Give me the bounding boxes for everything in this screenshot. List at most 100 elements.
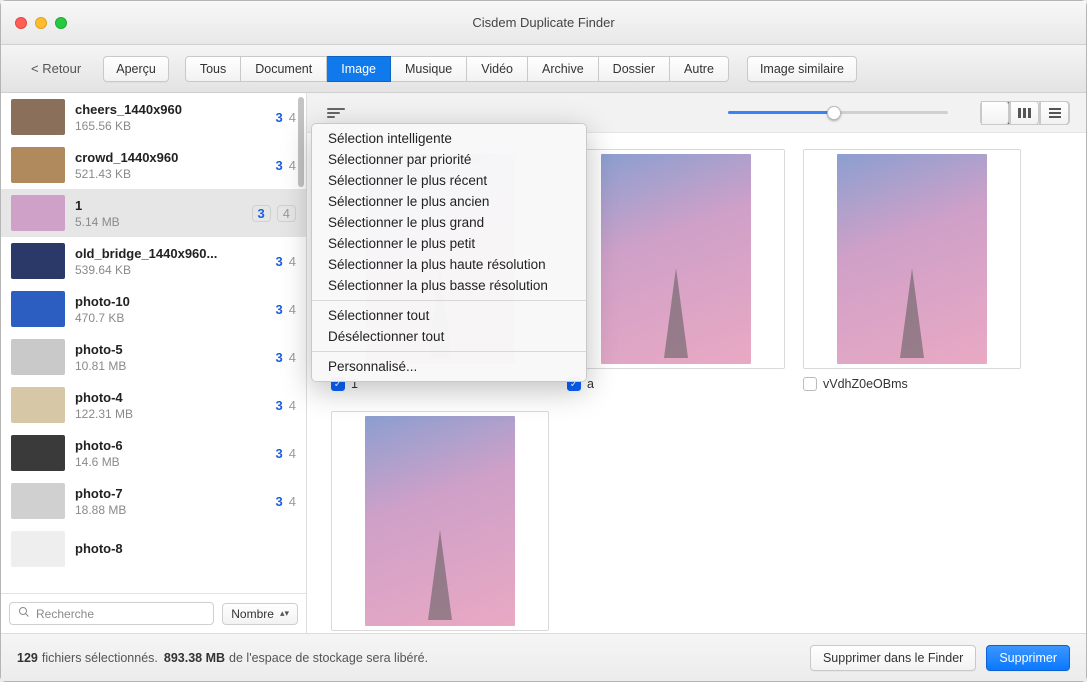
menu-item[interactable]: Sélectionner le plus petit	[312, 233, 586, 254]
count-badge: 34	[276, 254, 296, 269]
row-text: photo-614.6 MB	[75, 438, 266, 469]
file-size: 18.88 MB	[75, 503, 266, 517]
file-name: photo-8	[75, 541, 296, 556]
row-text: crowd_1440x960 521.43 KB	[75, 150, 266, 181]
view-list-button[interactable]	[1040, 101, 1070, 125]
list-item[interactable]: photo-7 18.88 MB 34	[1, 477, 306, 525]
thumbnail	[11, 339, 65, 375]
thumbnail	[11, 291, 65, 327]
file-name: photo-10	[75, 294, 266, 309]
content: cheers_1440x960165.56 KB34crowd_1440x960…	[1, 93, 1086, 633]
menu-item[interactable]: Sélectionner la plus haute résolution	[312, 254, 586, 275]
file-name: 1	[75, 198, 242, 213]
total-count: 4	[289, 110, 296, 125]
tab-dossier[interactable]: Dossier	[599, 56, 670, 82]
tab-image[interactable]: Image	[327, 56, 391, 82]
eiffel-icon	[664, 268, 688, 358]
row-text: photo-510.81 MB	[75, 342, 266, 373]
duplicate-groups-list[interactable]: cheers_1440x960165.56 KB34crowd_1440x960…	[1, 93, 306, 593]
tab-musique[interactable]: Musique	[391, 56, 467, 82]
file-name: photo-6	[75, 438, 266, 453]
file-name: photo-7	[75, 486, 266, 501]
view-grid-button[interactable]	[980, 101, 1010, 125]
main-panel: Sélection intelligenteSélectionner par p…	[307, 93, 1086, 633]
tab-tous[interactable]: Tous	[185, 56, 241, 82]
thumbnail	[11, 387, 65, 423]
list-item[interactable]: old_bridge_1440x960... 539.64 KB 34	[1, 237, 306, 285]
sidebar: cheers_1440x960165.56 KB34crowd_1440x960…	[1, 93, 307, 633]
scrollbar-thumb[interactable]	[298, 97, 304, 187]
list-item[interactable]: cheers_1440x960165.56 KB34	[1, 93, 306, 141]
sidebar-footer: Recherche Nombre ▴▾	[1, 593, 306, 633]
titlebar: Cisdem Duplicate Finder	[1, 1, 1086, 45]
menu-item[interactable]: Sélectionner le plus ancien	[312, 191, 586, 212]
file-size: 521.43 KB	[75, 167, 266, 181]
row-text: photo-8	[75, 541, 296, 558]
checkbox[interactable]	[803, 377, 817, 391]
thumbnail	[11, 435, 65, 471]
thumbnail-cell[interactable]: vVdhZ0eOBms	[803, 149, 1021, 391]
total-count: 4	[289, 494, 296, 509]
list-item[interactable]: photo-614.6 MB34	[1, 429, 306, 477]
total-count: 4	[289, 350, 296, 365]
thumbnail-label: a	[587, 377, 594, 391]
thumbnail-caption: vVdhZ0eOBms	[803, 377, 1021, 391]
menu-item[interactable]: Sélection intelligente	[312, 128, 586, 149]
thumbnail	[11, 147, 65, 183]
list-item[interactable]: crowd_1440x960 521.43 KB 34	[1, 141, 306, 189]
search-input[interactable]: Recherche	[9, 602, 214, 625]
thumbnail-frame	[331, 411, 549, 631]
remove-button[interactable]: Supprimer	[986, 645, 1070, 671]
count-badge: 34	[276, 494, 296, 509]
list-item[interactable]: 15.14 MB 34	[1, 189, 306, 237]
thumbnail-cell[interactable]: ✓vVdhZ0eOBms - Copy	[331, 411, 549, 633]
row-text: photo-7 18.88 MB	[75, 486, 266, 517]
thumbnail-cell[interactable]: ✓a	[567, 149, 785, 391]
menu-item[interactable]: Désélectionner tout	[312, 326, 586, 347]
total-count: 4	[289, 446, 296, 461]
count-badge: 34	[276, 158, 296, 173]
preview-button[interactable]: Aperçu	[103, 56, 169, 82]
menu-item[interactable]: Sélectionner la plus basse résolution	[312, 275, 586, 296]
file-name: old_bridge_1440x960...	[75, 246, 266, 261]
selected-count: 3	[276, 350, 283, 365]
similar-image-button[interactable]: Image similaire	[747, 56, 857, 82]
eiffel-icon	[428, 530, 452, 620]
sort-select[interactable]: Nombre ▴▾	[222, 603, 298, 625]
selected-count: 3	[276, 398, 283, 413]
thumbnail	[11, 483, 65, 519]
list-item[interactable]: photo-4122.31 MB34	[1, 381, 306, 429]
menu-item[interactable]: Sélectionner tout	[312, 305, 586, 326]
file-name: crowd_1440x960	[75, 150, 266, 165]
row-text: photo-10470.7 KB	[75, 294, 266, 325]
slider-knob[interactable]	[827, 106, 841, 120]
tab-autre[interactable]: Autre	[670, 56, 729, 82]
toolbar: < Retour Aperçu Tous Document Image Musi…	[1, 45, 1086, 93]
row-text: old_bridge_1440x960... 539.64 KB	[75, 246, 266, 277]
tab-document[interactable]: Document	[241, 56, 327, 82]
list-item[interactable]: photo-8	[1, 525, 306, 573]
thumbnail-size-slider[interactable]	[728, 111, 948, 114]
main-toolbar: Sélection intelligenteSélectionner par p…	[307, 93, 1086, 133]
selection-menu-button[interactable]	[327, 101, 351, 125]
total-count: 4	[289, 158, 296, 173]
row-text: 15.14 MB	[75, 198, 242, 229]
menu-item[interactable]: Sélectionner le plus grand	[312, 212, 586, 233]
count-badge: 34	[252, 205, 296, 222]
list-item[interactable]: photo-10470.7 KB34	[1, 285, 306, 333]
tab-archive[interactable]: Archive	[528, 56, 599, 82]
search-placeholder: Recherche	[36, 607, 94, 621]
back-button[interactable]: < Retour	[19, 56, 93, 81]
list-item[interactable]: photo-510.81 MB 34	[1, 333, 306, 381]
menu-item[interactable]: Sélectionner le plus récent	[312, 170, 586, 191]
chevron-up-down-icon: ▴▾	[280, 609, 289, 618]
count-badge: 34	[276, 350, 296, 365]
tab-video[interactable]: Vidéo	[467, 56, 528, 82]
menu-item[interactable]: Sélectionner par priorité	[312, 149, 586, 170]
file-size: 539.64 KB	[75, 263, 266, 277]
remove-in-finder-button[interactable]: Supprimer dans le Finder	[810, 645, 976, 671]
menu-item[interactable]: Personnalisé...	[312, 356, 586, 377]
count-badge: 34	[276, 398, 296, 413]
grid-icon	[981, 101, 1009, 125]
view-columns-button[interactable]	[1010, 101, 1040, 125]
